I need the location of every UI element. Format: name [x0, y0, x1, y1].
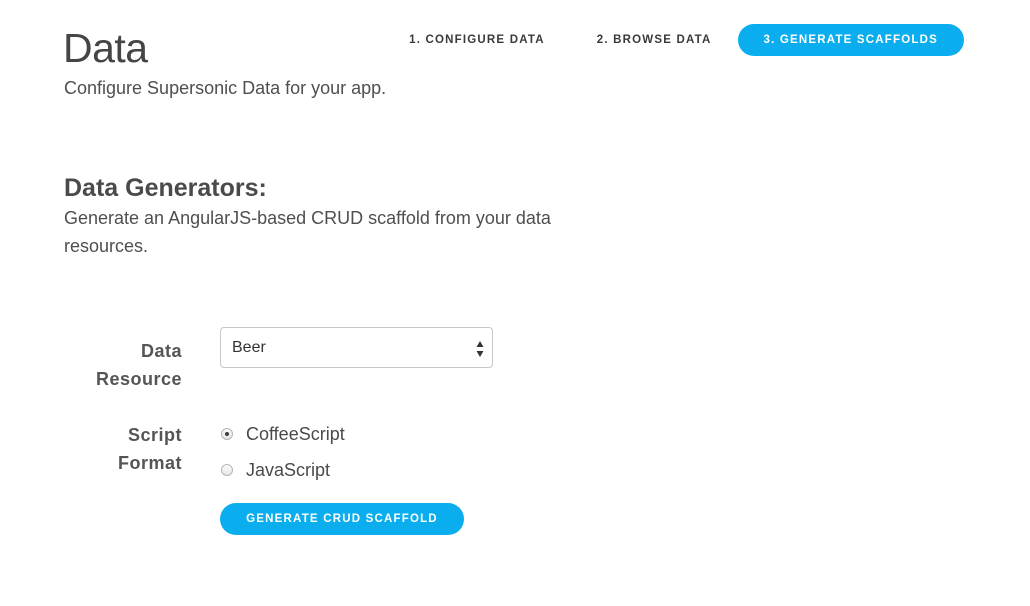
page-title: Data: [63, 25, 148, 71]
section-title: Data Generators:: [64, 174, 267, 202]
select-arrows-icon: [476, 341, 484, 357]
generate-crud-scaffold-button[interactable]: GENERATE CRUD SCAFFOLD: [220, 503, 464, 535]
page-subtitle: Configure Supersonic Data for your app.: [64, 78, 387, 98]
radio-option-javascript[interactable]: JavaScript: [220, 459, 330, 481]
radio-javascript[interactable]: [221, 464, 233, 476]
radio-coffeescript[interactable]: [221, 428, 233, 440]
script-format-label-line2: Format: [117, 453, 182, 473]
step-generate-scaffolds[interactable]: 3. GENERATE SCAFFOLDS: [737, 24, 964, 56]
script-format-label: Script Format: [22, 421, 182, 477]
data-resource-label-line1: Data: [140, 341, 182, 361]
data-resource-label: Data Resource: [22, 337, 182, 393]
radio-label-javascript: JavaScript: [246, 460, 331, 480]
section-description: Generate an AngularJS-based CRUD scaffol…: [64, 208, 551, 256]
data-resource-selected-value: Beer: [232, 339, 266, 356]
step-configure-data[interactable]: 1. CONFIGURE DATA: [383, 24, 571, 56]
radio-option-coffeescript[interactable]: CoffeeScript: [220, 423, 345, 445]
step-nav: 1. CONFIGURE DATA 2. BROWSE DATA 3. GENE…: [383, 24, 964, 56]
data-resource-label-line2: Resource: [95, 369, 182, 389]
step-browse-data[interactable]: 2. BROWSE DATA: [571, 24, 738, 56]
script-format-label-line1: Script: [127, 425, 182, 445]
page: Data Configure Supersonic Data for your …: [0, 0, 1030, 606]
radio-label-coffeescript: CoffeeScript: [246, 424, 345, 444]
data-resource-select[interactable]: Beer: [220, 327, 493, 368]
